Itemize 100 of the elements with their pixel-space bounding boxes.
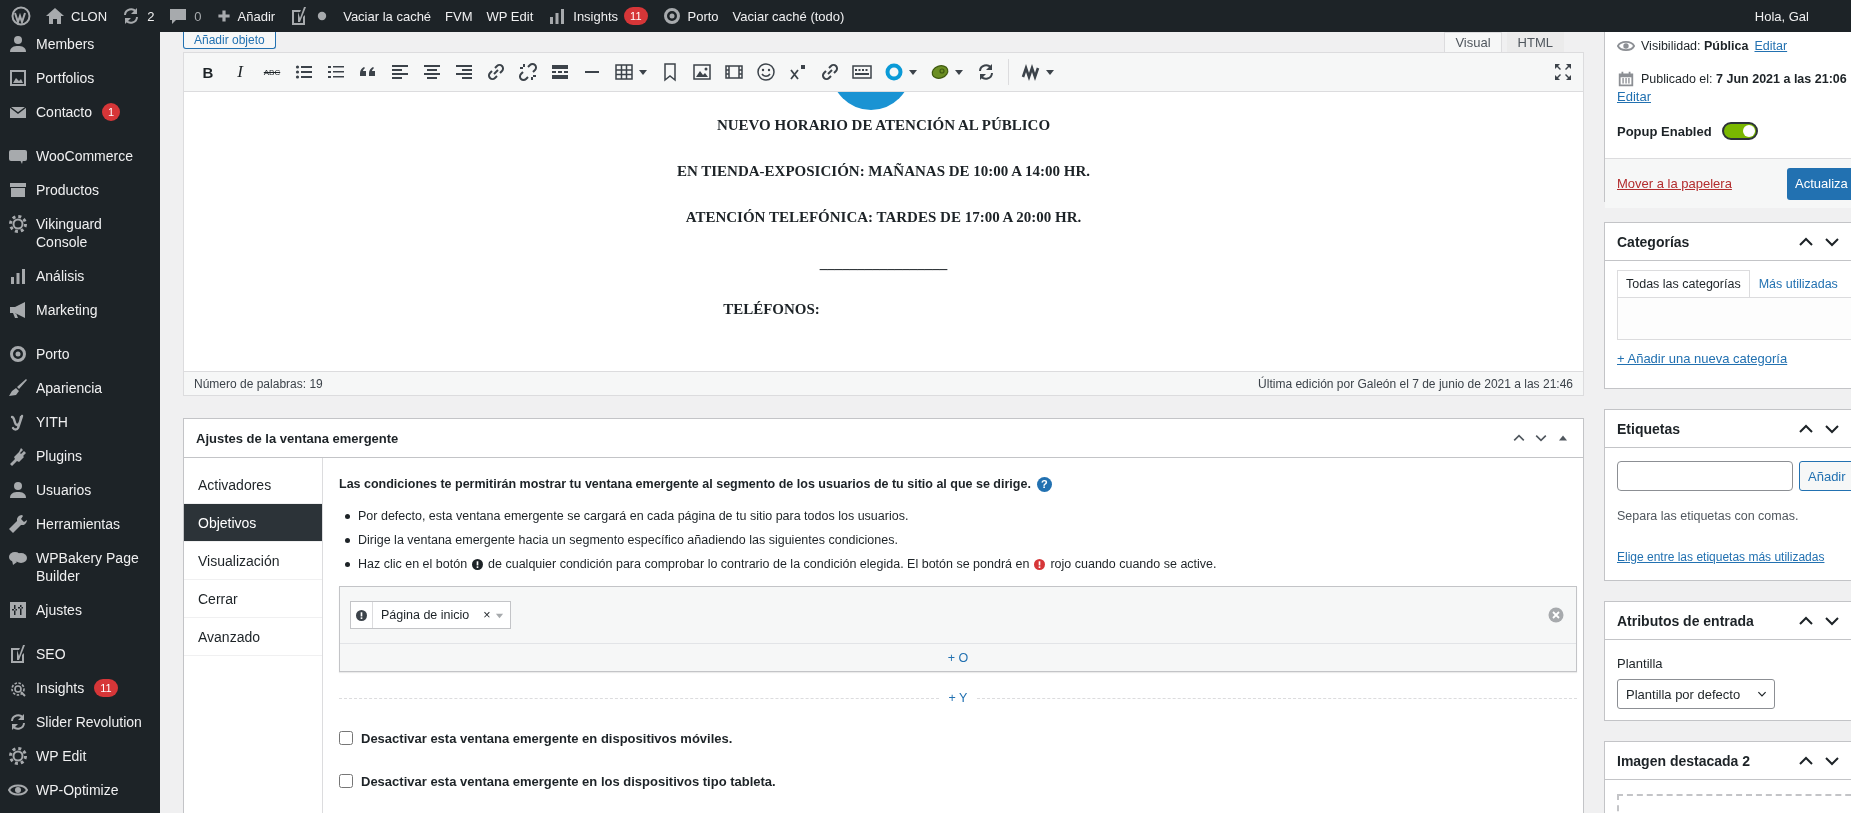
film-icon[interactable] — [724, 62, 744, 82]
add-and-link[interactable]: + Y — [948, 691, 968, 705]
refresh-icon[interactable] — [976, 62, 996, 82]
template-select[interactable]: Plantilla por defecto — [1617, 679, 1775, 709]
sidebar-item[interactable]: YITH — [0, 405, 160, 439]
align-right-icon[interactable] — [454, 62, 474, 82]
caret-icon[interactable] — [638, 67, 648, 77]
remove-button[interactable]: × — [479, 608, 495, 622]
panel-title: Imagen destacada 2 — [1617, 752, 1751, 769]
sidebar-item[interactable]: Productos — [0, 173, 160, 207]
image-icon[interactable] — [692, 62, 712, 82]
sidebar-item[interactable]: Usuarios — [0, 473, 160, 507]
add-category-link[interactable]: + Añadir una nueva categoría — [1617, 350, 1851, 368]
settings-tab[interactable]: Cerrar — [184, 580, 322, 618]
add-tag-button[interactable]: Añadir — [1799, 461, 1851, 491]
plus-icon — [215, 8, 232, 24]
bullet-dot — [345, 561, 350, 567]
link-icon[interactable] — [820, 62, 840, 82]
link-icon[interactable] — [486, 62, 506, 82]
exclamation-icon[interactable] — [356, 609, 367, 621]
settings-tab[interactable]: Avanzado — [184, 618, 322, 656]
settings-tab[interactable]: Visualización — [184, 542, 322, 580]
sidebar-item[interactable]: Plugins — [0, 439, 160, 473]
bullet-list-icon[interactable] — [294, 62, 314, 82]
wave-logo-icon[interactable] — [1021, 62, 1041, 82]
sidebar-item[interactable]: SEO — [0, 637, 160, 671]
sidebar-item[interactable]: Members — [0, 32, 160, 61]
bullet-text: Dirige la ventana emergente hacia un segmento específico añadiendo las siguientes condiciones. — [358, 532, 898, 549]
caret-icon[interactable] — [954, 67, 964, 77]
update-button[interactable]: Actualiza — [1787, 167, 1851, 200]
brush-icon — [8, 378, 28, 398]
read-more-icon[interactable] — [550, 62, 570, 82]
home-icon — [45, 6, 65, 26]
fullscreen-icon[interactable] — [1553, 62, 1573, 82]
sidebar-item[interactable]: Portfolios — [0, 61, 160, 95]
sidebar-item[interactable]: Insights 11 — [0, 671, 160, 705]
sidebar-item[interactable]: Herramientas — [0, 507, 160, 541]
sidebar-item[interactable]: Porto — [0, 337, 160, 371]
target-icon — [8, 344, 28, 364]
sidebar-item[interactable]: Apariencia — [0, 371, 160, 405]
popular-tags-link[interactable]: Elige entre las etiquetas más utilizadas — [1617, 550, 1851, 564]
category-tab[interactable]: Todas las categorías — [1617, 270, 1750, 297]
sidebar-item[interactable]: WP Edit — [0, 739, 160, 773]
sidebar-item[interactable]: Marketing — [0, 293, 160, 327]
table-icon[interactable] — [614, 62, 634, 82]
intro-text: Las condiciones te permitirán mostrar tu ventana emergente al segmento de los usuarios de tu sitio al que se dirige. — [339, 476, 1031, 493]
updates-link[interactable]: 2 — [114, 0, 162, 32]
tag-input[interactable] — [1617, 461, 1793, 491]
strikethrough-button[interactable]: ABC — [262, 67, 282, 77]
help-icon[interactable]: ? — [1036, 476, 1052, 492]
toolbar-link[interactable]: Vaciar la caché — [336, 0, 439, 32]
toolbar-link[interactable]: Vaciar caché (todo) — [725, 0, 852, 32]
calendar-icon — [1617, 70, 1635, 88]
unlink-icon[interactable] — [518, 62, 538, 82]
site-link[interactable]: CLON — [38, 0, 115, 32]
category-tab[interactable]: Más utilizadas — [1749, 270, 1847, 297]
edit-link[interactable]: Editar — [1617, 89, 1651, 104]
italic-button[interactable]: I — [230, 62, 250, 82]
hint-text: Separa las etiquetas con comas. — [1617, 508, 1800, 525]
caret-icon[interactable] — [908, 67, 918, 77]
editor-tab[interactable]: Visual — [1444, 32, 1502, 52]
edit-link[interactable]: Editar — [1754, 39, 1788, 53]
bold-button[interactable]: B — [198, 63, 218, 81]
editor-tab[interactable]: HTML — [1506, 32, 1564, 52]
published-text: Publicado el: 7 Jun 2021 a las 21:06 — [1641, 72, 1847, 86]
checkbox[interactable] — [339, 774, 353, 788]
add-or-link[interactable]: + O — [947, 651, 969, 665]
checkbox[interactable] — [339, 731, 353, 745]
wrench-icon — [8, 514, 28, 534]
add-media-button[interactable]: Añadir objeto — [183, 32, 276, 49]
smiley-icon[interactable] — [756, 62, 776, 82]
toggle-switch[interactable] — [1721, 122, 1758, 140]
keyboard-icon[interactable] — [852, 62, 872, 82]
superscript-icon[interactable] — [788, 62, 808, 82]
caret-icon[interactable] — [1045, 67, 1055, 77]
trash-link[interactable]: Mover a la papelera — [1617, 176, 1732, 191]
bullet-dot — [345, 537, 350, 543]
settings-tab[interactable]: Objetivos — [184, 504, 322, 542]
toolbar-link[interactable]: FVM — [438, 0, 480, 32]
align-center-icon[interactable] — [422, 62, 442, 82]
count-badge: 11 — [94, 679, 118, 697]
leaf-icon[interactable] — [930, 62, 950, 82]
account-link[interactable]: Hola, Gal — [1747, 0, 1851, 32]
sidebar-item[interactable]: WooCommerce — [0, 139, 160, 173]
content-line: EN TIENDA-EXPOSICIÓN: MAÑANAS DE 10:00 A 14:00 HR. — [676, 162, 1091, 181]
sidebar-item[interactable]: WPBakery Page Builder — [0, 541, 160, 593]
sidebar-item[interactable]: Vikinguard Console — [0, 207, 160, 259]
porto-link[interactable]: Porto — [654, 0, 726, 32]
new-content-link[interactable]: Añadir — [208, 0, 283, 32]
sidebar-item[interactable]: Análisis — [0, 259, 160, 293]
toolbar-link[interactable]: WP Edit — [479, 0, 541, 32]
sidebar-item[interactable]: Contacto 1 — [0, 95, 160, 129]
bullet-dot — [345, 513, 350, 519]
align-left-icon[interactable] — [390, 62, 410, 82]
sidebar-item[interactable]: Slider Revolution — [0, 705, 160, 739]
comments-link[interactable]: 0 — [161, 0, 209, 32]
refresh-icon — [8, 712, 28, 732]
sidebar-item[interactable]: Ajustes — [0, 593, 160, 627]
sidebar-item[interactable]: WP-Optimize — [0, 773, 160, 807]
insights-link[interactable]: Insights 11 — [540, 0, 655, 32]
